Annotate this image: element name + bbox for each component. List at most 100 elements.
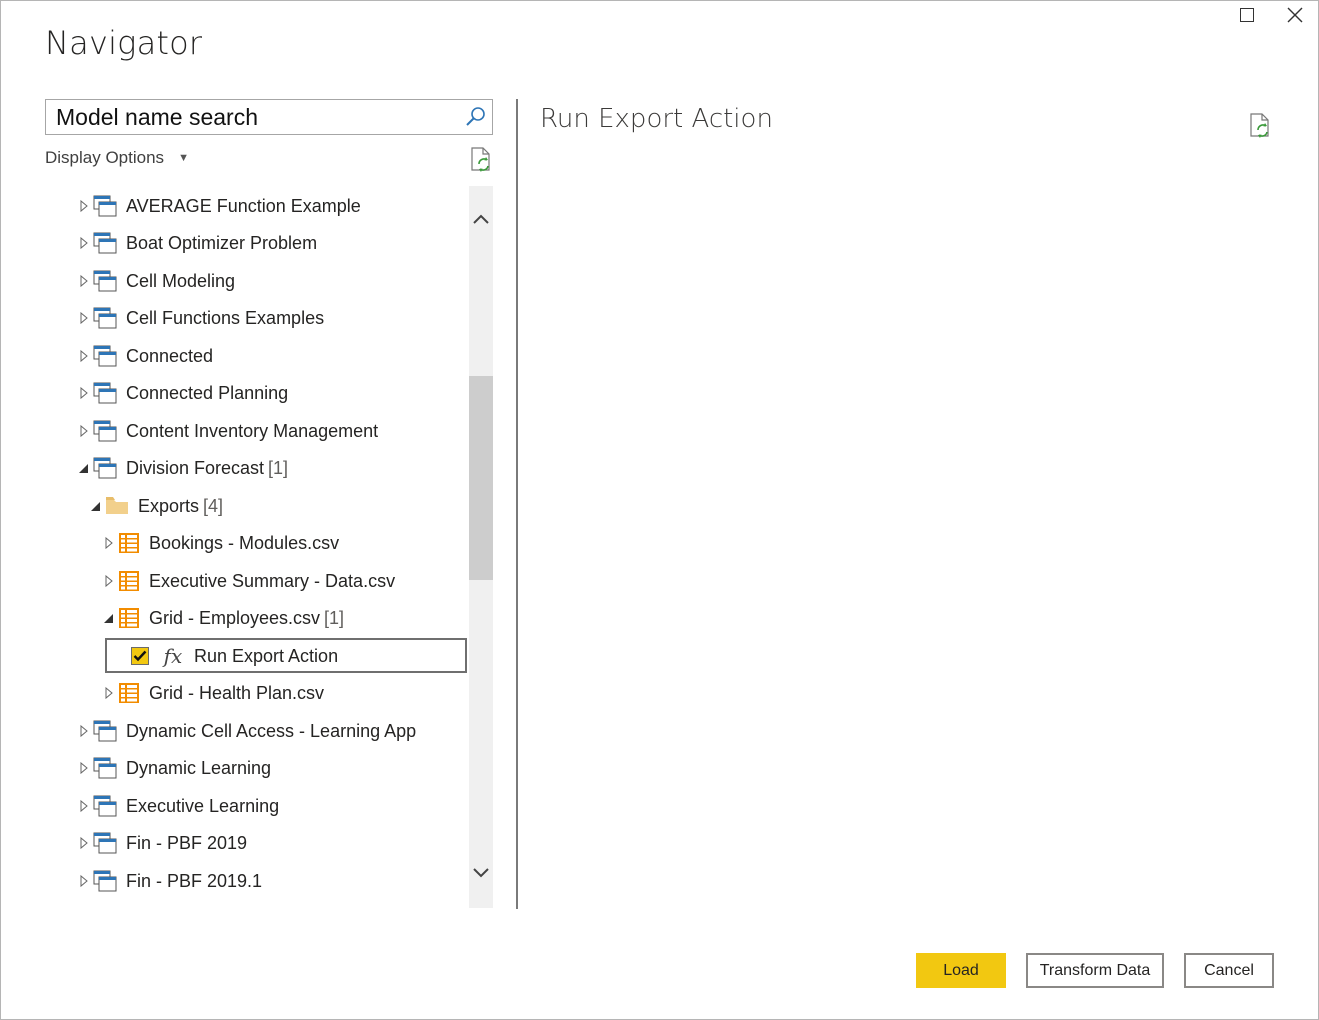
tree-item-icon (93, 382, 117, 404)
scrollbar-thumb[interactable] (469, 376, 493, 580)
search-input[interactable] (56, 103, 446, 131)
tree-item-label: Executive Summary - Data.csv (149, 570, 396, 591)
refresh-icon[interactable] (469, 147, 493, 173)
tree-item[interactable]: Grid - Employees.csv [1] (103, 601, 344, 635)
table-window-icon (93, 720, 117, 742)
csv-table-icon (119, 608, 139, 628)
tree-item-label: Fin - PBF 2019.1 (126, 870, 263, 891)
close-icon[interactable] (1284, 4, 1306, 26)
tree-item-icon (93, 832, 117, 854)
collapse-arrow-icon[interactable] (78, 461, 90, 475)
tree-item-label: Division Forecast (126, 457, 265, 478)
tree-item-icon (93, 720, 117, 742)
expand-arrow-icon[interactable] (103, 536, 115, 550)
tree-item[interactable]: Fin - PBF 2019.1 (78, 864, 262, 898)
chevron-down-icon: ▼ (178, 152, 189, 164)
tree-item[interactable]: Exports [4] (90, 489, 223, 523)
tree-item-label: Grid - Health Plan.csv (149, 682, 325, 703)
expand-arrow-icon[interactable] (78, 386, 90, 400)
tree-item-label: Cell Functions Examples (126, 307, 325, 328)
tree-item-label: Content Inventory Management (126, 420, 379, 441)
load-button[interactable]: Load (916, 953, 1006, 988)
expand-arrow-icon[interactable] (78, 199, 90, 213)
tree-item-label: Dynamic Cell Access - Learning App (126, 720, 417, 741)
tree-item-label: Connected Planning (126, 382, 289, 403)
table-window-icon (93, 232, 117, 254)
search-icon[interactable] (464, 105, 488, 129)
tree-item-icon (93, 420, 117, 442)
tree-item[interactable]: Division Forecast [1] (78, 451, 288, 485)
expand-arrow-icon[interactable] (78, 836, 90, 850)
expand-arrow-icon[interactable] (78, 311, 90, 325)
tree-scrollbar[interactable] (469, 186, 493, 908)
folder-icon (106, 497, 128, 514)
tree-item-label: Grid - Employees.csv (149, 607, 321, 628)
tree-item-icon (93, 232, 117, 254)
checkbox-checked[interactable] (131, 647, 149, 665)
expand-arrow-icon[interactable] (103, 686, 115, 700)
maximize-icon (1240, 8, 1254, 22)
tree-item[interactable]: Executive Learning (78, 789, 279, 823)
expand-arrow-icon[interactable] (78, 236, 90, 250)
tree-item[interactable]: Content Inventory Management (78, 414, 378, 448)
pane-divider[interactable] (516, 99, 518, 909)
scroll-up-button[interactable] (469, 204, 493, 234)
tree-item[interactable]: Connected (78, 339, 213, 373)
tree-item-icon (93, 270, 117, 292)
tree-item[interactable]: Cell Modeling (78, 264, 235, 298)
tree-item[interactable]: Grid - Health Plan.csv (103, 676, 324, 710)
tree-item[interactable]: AVERAGE Function Example (78, 189, 361, 223)
scroll-down-button[interactable] (469, 858, 493, 888)
table-window-icon (93, 795, 117, 817)
tree-item-count: [1] (324, 607, 345, 628)
table-window-icon (93, 420, 117, 442)
tree-item-label: Run Export Action (194, 645, 339, 666)
expand-arrow-icon[interactable] (78, 424, 90, 438)
tree-item[interactable]: Dynamic Learning (78, 751, 271, 785)
search-box[interactable] (45, 99, 493, 135)
transform-data-button[interactable]: Transform Data (1026, 953, 1164, 988)
tree-item[interactable]: Cell Functions Examples (78, 301, 324, 335)
cancel-button[interactable]: Cancel (1184, 953, 1274, 988)
tree-item[interactable]: Dynamic Cell Access - Learning App (78, 714, 416, 748)
expand-arrow-icon[interactable] (78, 274, 90, 288)
table-window-icon (93, 270, 117, 292)
tree-item-icon (118, 570, 140, 592)
preview-refresh-icon[interactable] (1248, 113, 1272, 139)
tree-item[interactable]: Executive Summary - Data.csv (103, 564, 395, 598)
tree-item[interactable]: Boat Optimizer Problem (78, 226, 317, 260)
expand-arrow-icon[interactable] (78, 874, 90, 888)
tree-item-label: Executive Learning (126, 795, 280, 816)
expand-arrow-icon[interactable] (103, 574, 115, 588)
tree-item-label: Cell Modeling (126, 270, 236, 291)
tree-item-action[interactable]: fx Run Export Action (131, 639, 338, 673)
chevron-down-icon (473, 868, 489, 878)
tree-item[interactable]: Fin - PBF 2019 (78, 826, 247, 860)
chevron-up-icon (473, 214, 489, 224)
tree-item-count: [1] (268, 457, 289, 478)
preview-title: Run Export Action (540, 104, 773, 134)
expand-arrow-icon[interactable] (78, 799, 90, 813)
tree-item-label: Boat Optimizer Problem (126, 232, 318, 253)
table-window-icon (93, 832, 117, 854)
csv-table-icon (119, 533, 139, 553)
expand-arrow-icon[interactable] (78, 761, 90, 775)
expand-arrow-icon[interactable] (78, 724, 90, 738)
csv-table-icon (119, 571, 139, 591)
expand-arrow-icon[interactable] (78, 349, 90, 363)
collapse-arrow-icon[interactable] (103, 611, 115, 625)
collapse-arrow-icon[interactable] (90, 499, 102, 513)
tree-item-icon (93, 457, 117, 479)
maximize-button[interactable] (1238, 6, 1256, 24)
tree-item[interactable]: Bookings - Modules.csv (103, 526, 339, 560)
tree-item-label: AVERAGE Function Example (126, 195, 361, 216)
tree-item-icon (118, 682, 140, 704)
tree-item-label: Exports (138, 495, 200, 516)
table-window-icon (93, 195, 117, 217)
tree-item-icon (93, 345, 117, 367)
checkmark-icon (133, 650, 147, 662)
tree-item-label: Fin - PBF 2019 (126, 832, 248, 853)
tree-item-label: Dynamic Learning (126, 757, 272, 778)
tree-item[interactable]: Connected Planning (78, 376, 288, 410)
display-options-dropdown[interactable]: Display Options ▼ (45, 148, 189, 168)
